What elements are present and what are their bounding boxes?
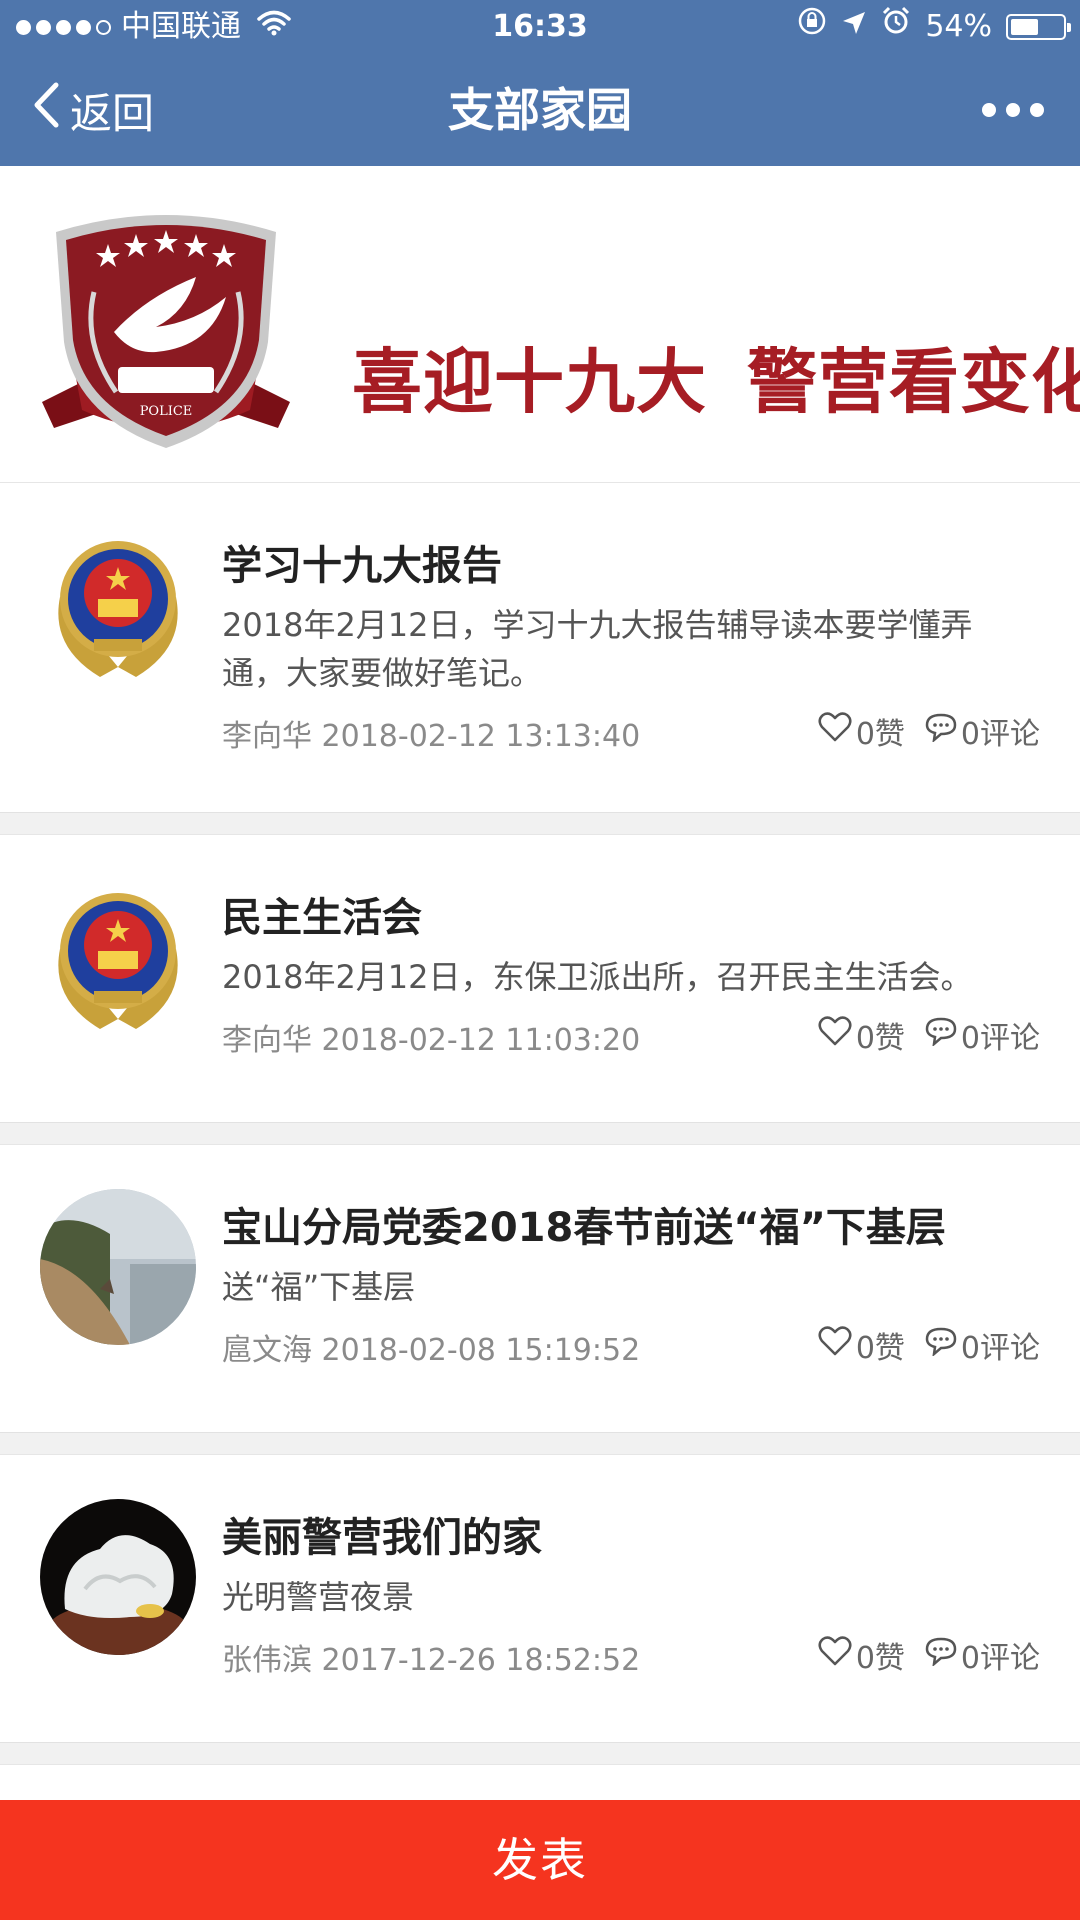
more-options-button[interactable] — [982, 54, 1044, 166]
post-datetime: 2018-02-12 13:13:40 — [321, 719, 641, 754]
emblem-text: POLICE — [140, 404, 193, 419]
police-badge-avatar — [40, 527, 196, 683]
post-description: 光明警营夜景 — [222, 1578, 415, 1616]
comment-bubble-icon — [925, 712, 957, 750]
battery-percent: 54% — [925, 9, 992, 44]
status-right: 54% — [797, 0, 1071, 54]
post-title: 民主生活会 — [222, 895, 422, 941]
list-divider — [0, 1122, 1080, 1144]
comment-bubble-icon — [925, 1326, 957, 1364]
post-meta: 张伟滨 2017-12-26 18:52:52 — [222, 1635, 640, 1679]
post-actions: 0赞 0评论 — [818, 1633, 1040, 1677]
like-button[interactable]: 0赞 — [818, 1013, 905, 1057]
post-list: 学习十九大报告 2018年2月12日，学习十九大报告辅导读本要学懂弄通，大家要做… — [0, 482, 1080, 1814]
post-author: 扈文海 — [222, 1333, 312, 1368]
post-datetime: 2018-02-08 15:19:52 — [321, 1333, 641, 1368]
banner: POLICE 喜迎十九大 警营看变化 — [0, 166, 1080, 482]
post-description: 2018年2月12日，学习十九大报告辅导读本要学懂弄通，大家要做好笔记。 — [222, 606, 973, 692]
post-title: 学习十九大报告 — [222, 543, 502, 589]
heart-icon — [818, 1326, 852, 1364]
comment-bubble-icon — [925, 1636, 957, 1674]
like-count: 0赞 — [855, 1641, 905, 1676]
post-author: 张伟滨 — [222, 1643, 312, 1678]
comment-button[interactable]: 0评论 — [925, 1013, 1040, 1057]
post-datetime: 2018-02-12 11:03:20 — [321, 1023, 641, 1058]
comment-count: 0评论 — [960, 1641, 1040, 1676]
slogan-part2: 警营看变化 — [747, 340, 1080, 423]
list-divider — [0, 1742, 1080, 1764]
comment-bubble-icon — [925, 1016, 957, 1054]
comment-button[interactable]: 0评论 — [925, 1323, 1040, 1367]
jade-carving-photo-avatar — [40, 1499, 196, 1655]
comment-button[interactable]: 0评论 — [925, 709, 1040, 753]
like-count: 0赞 — [855, 1021, 905, 1056]
post-actions: 0赞 0评论 — [818, 1323, 1040, 1367]
post-card[interactable]: 民主生活会 2018年2月12日，东保卫派出所，召开民主生活会。 李向华 201… — [0, 834, 1080, 1122]
comment-count: 0评论 — [960, 1331, 1040, 1366]
post-author: 李向华 — [222, 719, 312, 754]
post-card[interactable]: 美丽警营我们的家 光明警营夜景 张伟滨 2017-12-26 18:52:52 … — [0, 1454, 1080, 1742]
page-title: 支部家园 — [448, 83, 632, 137]
post-actions: 0赞 0评论 — [818, 709, 1040, 753]
post-description: 2018年2月12日，东保卫派出所，召开民主生活会。 — [222, 958, 973, 996]
header: 中国联通 16:33 54% 返回 支部家园 — [0, 0, 1080, 166]
banner-slogan: 喜迎十九大 警营看变化 — [352, 326, 1080, 427]
post-meta: 扈文海 2018-02-08 15:19:52 — [222, 1325, 640, 1369]
post-card[interactable]: 宝山分局党委2018春节前送“福”下基层 送“福”下基层 扈文海 2018-02… — [0, 1144, 1080, 1432]
post-meta: 李向华 2018-02-12 13:13:40 — [222, 711, 640, 755]
slogan-part1: 喜迎十九大 — [352, 340, 707, 423]
post-title: 宝山分局党委2018春节前送“福”下基层 — [222, 1205, 946, 1251]
more-dots-icon — [982, 103, 996, 117]
nav-bar: 返回 支部家园 — [0, 54, 1080, 166]
like-button[interactable]: 0赞 — [818, 709, 905, 753]
police-badge-avatar — [40, 879, 196, 1035]
like-count: 0赞 — [855, 1331, 905, 1366]
post-actions: 0赞 0评论 — [818, 1013, 1040, 1057]
heart-icon — [818, 712, 852, 750]
like-count: 0赞 — [855, 717, 905, 752]
post-card[interactable]: 学习十九大报告 2018年2月12日，学习十九大报告辅导读本要学懂弄通，大家要做… — [0, 482, 1080, 812]
publish-button[interactable]: 发表 — [0, 1800, 1080, 1920]
police-emblem-logo: POLICE — [36, 202, 296, 456]
heart-icon — [818, 1636, 852, 1674]
post-title: 美丽警营我们的家 — [222, 1515, 542, 1561]
comment-count: 0评论 — [960, 717, 1040, 752]
post-meta: 李向华 2018-02-12 11:03:20 — [222, 1015, 640, 1059]
status-bar: 中国联通 16:33 54% — [0, 0, 1080, 54]
post-datetime: 2017-12-26 18:52:52 — [321, 1643, 641, 1678]
battery-icon — [1006, 14, 1071, 40]
post-description: 送“福”下基层 — [222, 1268, 416, 1306]
comment-button[interactable]: 0评论 — [925, 1633, 1040, 1677]
alarm-clock-icon — [881, 0, 911, 54]
comment-count: 0评论 — [960, 1021, 1040, 1056]
heart-icon — [818, 1016, 852, 1054]
list-divider — [0, 1432, 1080, 1454]
beach-photo-avatar — [40, 1189, 196, 1345]
like-button[interactable]: 0赞 — [818, 1323, 905, 1367]
rotation-lock-icon — [797, 0, 827, 54]
post-author: 李向华 — [222, 1023, 312, 1058]
location-arrow-icon — [841, 0, 867, 54]
list-divider — [0, 812, 1080, 834]
like-button[interactable]: 0赞 — [818, 1633, 905, 1677]
